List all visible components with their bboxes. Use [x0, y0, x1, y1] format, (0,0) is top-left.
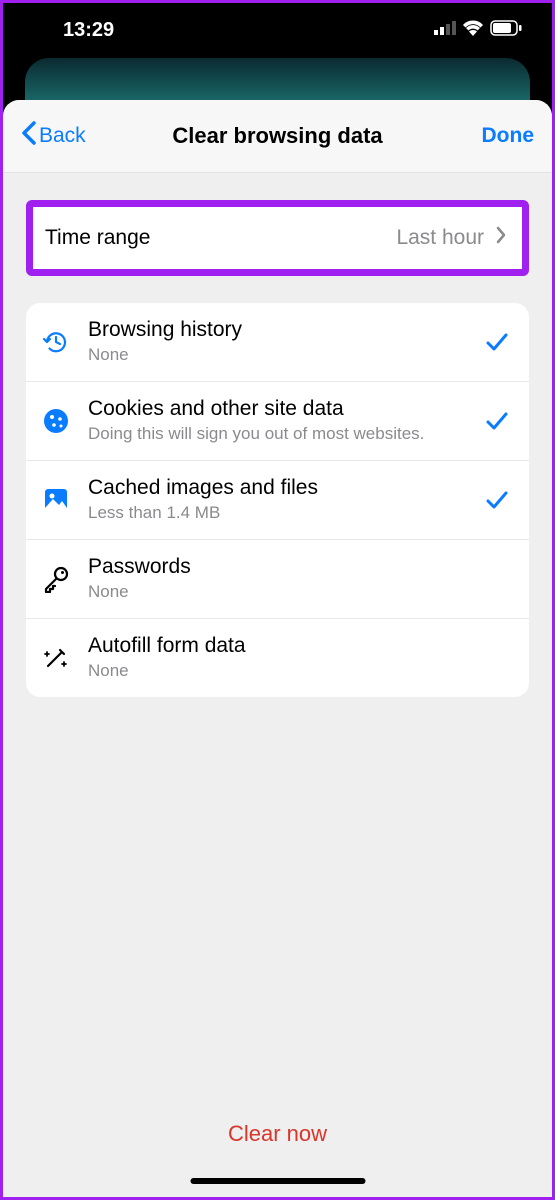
row-cookies[interactable]: Cookies and other site data Doing this w…	[26, 382, 529, 461]
data-types-section: Browsing history None Cookies and other …	[26, 303, 529, 697]
row-passwords[interactable]: Passwords None	[26, 540, 529, 619]
checkmark-icon	[483, 407, 511, 435]
time-range-value: Last hour	[396, 226, 484, 250]
back-button[interactable]: Back	[21, 121, 86, 151]
chevron-right-icon	[496, 226, 506, 250]
row-subtitle: None	[88, 660, 467, 682]
wifi-icon	[462, 20, 484, 41]
row-title: Passwords	[88, 555, 467, 579]
time-range-label: Time range	[45, 226, 150, 250]
row-title: Autofill form data	[88, 634, 467, 658]
row-title: Browsing history	[88, 318, 467, 342]
row-subtitle: Doing this will sign you out of most web…	[88, 423, 467, 445]
row-browsing-history[interactable]: Browsing history None	[26, 303, 529, 382]
image-icon	[40, 484, 72, 516]
row-title: Cached images and files	[88, 476, 467, 500]
status-time: 13:29	[63, 19, 114, 42]
row-cache[interactable]: Cached images and files Less than 1.4 MB	[26, 461, 529, 540]
checkmark-icon	[483, 486, 511, 514]
row-title: Cookies and other site data	[88, 397, 467, 421]
settings-sheet: Back Clear browsing data Done Time range…	[3, 100, 552, 1197]
chevron-left-icon	[21, 121, 37, 151]
check-placeholder	[483, 644, 511, 672]
checkmark-icon	[483, 328, 511, 356]
content-area: Time range Last hour Browsing history	[3, 173, 552, 697]
done-button[interactable]: Done	[482, 124, 535, 148]
wand-icon	[40, 642, 72, 674]
footer-action: Clear now	[3, 1121, 552, 1147]
time-range-row[interactable]: Time range Last hour	[33, 207, 522, 269]
back-label: Back	[39, 124, 86, 148]
clear-now-button[interactable]: Clear now	[228, 1121, 327, 1146]
status-right	[434, 20, 522, 41]
status-bar: 13:29	[3, 3, 552, 58]
battery-icon	[490, 20, 522, 41]
row-subtitle: Less than 1.4 MB	[88, 502, 467, 524]
row-autofill[interactable]: Autofill form data None	[26, 619, 529, 697]
background-surface	[25, 58, 530, 103]
row-subtitle: None	[88, 344, 467, 366]
nav-bar: Back Clear browsing data Done	[3, 100, 552, 173]
history-icon	[40, 326, 72, 358]
key-icon	[40, 563, 72, 595]
row-subtitle: None	[88, 581, 467, 603]
signal-icon	[434, 21, 456, 40]
check-placeholder	[483, 565, 511, 593]
cookie-icon	[40, 405, 72, 437]
home-indicator[interactable]	[190, 1178, 365, 1184]
highlighted-selection: Time range Last hour	[26, 200, 529, 276]
